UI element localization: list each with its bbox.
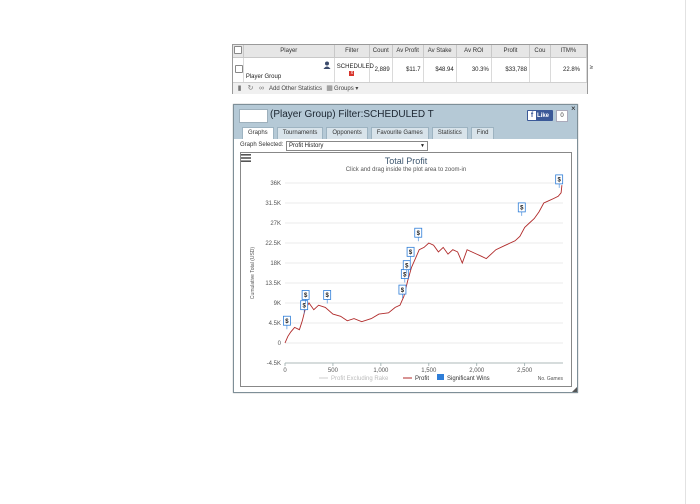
tab-opponents[interactable]: Opponents — [326, 127, 368, 139]
tab-statistics[interactable]: Statistics — [431, 127, 468, 139]
av-roi-cell: 30.3% — [456, 57, 492, 82]
legend-item-profit: Profit — [415, 376, 429, 382]
x-tick-label: 2,000 — [469, 368, 485, 374]
tab-graphs[interactable]: Graphs — [242, 127, 274, 139]
profit-chart[interactable]: -4.5K04.5K9K13.5K18K22.5K27K31.5K36K0 500… — [241, 153, 571, 386]
x-tick-label: 2,500 — [517, 368, 533, 374]
filter-cell: SCHEDULED x — [334, 57, 374, 82]
col-itm[interactable]: ITM% — [550, 45, 588, 58]
y-axis-label: Cumulative Total (USD) — [250, 247, 256, 299]
legend-item-significant-wins: Significant Wins — [447, 376, 490, 382]
facebook-like-count: 0 — [556, 110, 568, 122]
row-checkbox[interactable] — [233, 57, 244, 82]
y-tick-label: 31.5K — [265, 201, 281, 207]
page-edge-divider — [685, 0, 686, 504]
col-av-roi[interactable]: Av ROI — [456, 45, 492, 58]
col-count[interactable]: Count — [369, 45, 393, 58]
scroll-right-indicator[interactable]: ≥ — [590, 65, 593, 71]
y-tick-label: 13.5K — [265, 281, 281, 287]
y-tick-label: 18K — [270, 261, 281, 267]
table-header-row: Player Filter Count Av Profit Av Stake A… — [233, 45, 588, 58]
window-title: (Player Group) Filter:SCHEDULED T — [270, 109, 434, 120]
x-tick-label: 0 — [283, 368, 287, 374]
legend-item-profit-excl-rake: Profit Excluding Rake — [331, 376, 389, 382]
y-tick-label: 27K — [270, 221, 281, 227]
player-name[interactable]: Player Group — [246, 74, 281, 80]
chart-container[interactable]: -4.5K 0 4.5K 9K 13.5K 18K 22.5K 27K 31.5K 36K 0 500… — [240, 152, 572, 387]
col-cou[interactable]: Cou — [529, 45, 551, 58]
col-av-profit[interactable]: Av Profit — [392, 45, 424, 58]
tab-find[interactable]: Find — [470, 127, 495, 139]
link-icon[interactable]: ∞ — [258, 85, 265, 92]
facebook-like-label: Like — [537, 113, 550, 119]
title-blank-box — [239, 109, 268, 123]
player-cell: Player Group — [243, 57, 335, 82]
x-axis-label: No. Games — [538, 376, 564, 382]
profit-cell: $33,788 — [491, 57, 531, 82]
av-stake-cell: $48.94 — [423, 57, 457, 82]
graph-select-value: Profit History — [289, 143, 324, 149]
y-tick-label: 4.5K — [269, 321, 281, 327]
chart-subtitle: Click and drag inside the plot area to z… — [345, 167, 467, 173]
y-tick-label: -4.5K — [267, 361, 281, 367]
close-icon[interactable]: × — [571, 104, 576, 113]
y-tick-label: 36K — [270, 181, 281, 187]
table-row: Player Group SCHEDULED x 2,889 $11.7 $48… — [233, 57, 593, 82]
itm-cell: 22.8% ≥ — [550, 57, 593, 82]
filter-value[interactable]: SCHEDULED — [337, 64, 374, 70]
cou-cell — [529, 57, 551, 82]
graph-select-dropdown[interactable]: Profit History ▼ — [286, 141, 428, 151]
window-titlebar[interactable]: (Player Group) Filter:SCHEDULED T f Like … — [234, 104, 577, 127]
x-tick-label: 1,500 — [421, 368, 437, 374]
chart-menu-icon[interactable] — [241, 153, 251, 163]
table-footer: ▮ ↻ ∞ Add Other Statistics ▦ Groups ▾ — [233, 82, 587, 94]
facebook-icon: f — [528, 111, 536, 120]
col-filter[interactable]: Filter — [334, 45, 370, 58]
select-all-checkbox[interactable] — [233, 45, 244, 58]
chevron-down-icon: ▼ — [420, 143, 425, 149]
delete-icon[interactable]: ▮ — [236, 85, 243, 92]
tab-bar: Graphs Tournaments Opponents Favourite G… — [234, 127, 577, 139]
itm-value: 22.8% — [562, 67, 580, 73]
groups-dropdown[interactable]: Groups ▾ — [334, 85, 358, 92]
av-profit-cell: $11.7 — [392, 57, 424, 82]
col-av-stake[interactable]: Av Stake — [423, 45, 457, 58]
resize-handle-icon[interactable] — [572, 387, 577, 392]
graph-selected-label: Graph Selected: — [240, 142, 284, 148]
col-profit[interactable]: Profit — [491, 45, 531, 58]
refresh-icon[interactable]: ↻ — [247, 85, 254, 92]
x-tick-label: 500 — [328, 368, 339, 374]
col-player[interactable]: Player — [243, 45, 335, 58]
legend-marker-significant-wins — [437, 374, 444, 380]
graph-window: (Player Group) Filter:SCHEDULED T f Like … — [233, 104, 578, 393]
chart-title: Total Profit — [384, 156, 428, 166]
y-tick-label: 22.5K — [265, 241, 281, 247]
tab-tournaments[interactable]: Tournaments — [276, 127, 324, 139]
y-tick-label: 0 — [278, 341, 282, 347]
player-group-icon — [323, 61, 331, 69]
x-tick-label: 1,000 — [373, 368, 389, 374]
remove-filter-icon[interactable]: x — [349, 71, 355, 76]
y-tick-label: 9K — [274, 301, 281, 307]
facebook-like-button[interactable]: f Like — [527, 110, 553, 121]
tab-favourite-games[interactable]: Favourite Games — [370, 127, 429, 139]
statistics-table: Player Filter Count Av Profit Av Stake A… — [232, 44, 593, 94]
groups-icon: ▦ — [326, 85, 333, 92]
add-other-statistics-button[interactable]: Add Other Statistics — [269, 86, 322, 92]
